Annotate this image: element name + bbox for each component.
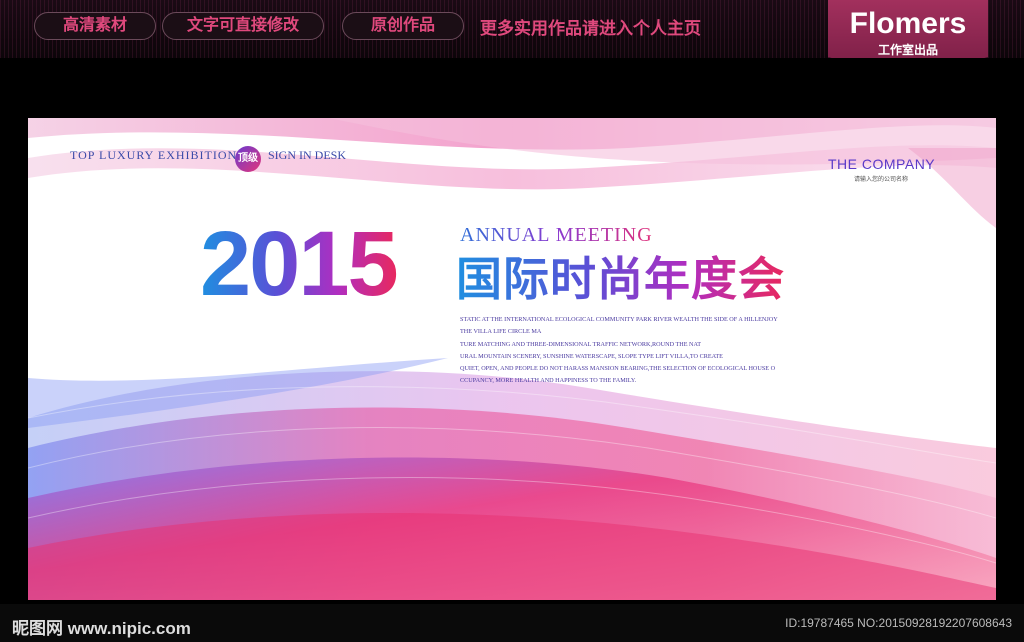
hd-material-tag: 高清素材 [34,12,156,40]
description-line: THE VILLA LIFE CIRCLE MA [460,328,542,336]
tagline-right: Sign in desk [268,148,346,162]
watermark-bar: 昵图网 www.nipic.com ID:19787465 NO:2015092… [0,604,1024,642]
annual-meeting-heading: Annual meeting [460,224,653,246]
year-heading: 2015 [200,213,399,315]
description-line: CCUPANCY, MORE HEALTH AND HAPPINESS TO T… [460,377,637,385]
premium-badge: 顶级 [235,146,261,172]
top-banner: 高清素材 文字可直接修改 原创作品 更多实用作品请进入个人主页 Flomers … [0,0,1024,58]
brand-name: Flomers [849,7,967,40]
company-subtitle: 请输入您的公司名称 [854,177,909,183]
description-line: URAL MOUNTAIN SCENERY, SUNSHINE WATERSCA… [460,352,723,360]
site-watermark: 昵图网 www.nipic.com [12,619,191,638]
promo-link[interactable]: 更多实用作品请进入个人主页 [480,14,701,39]
editable-text-tag: 文字可直接修改 [162,12,324,40]
image-id: ID:19787465 NO:20150928192207608643 [785,616,1012,630]
tagline-left: Top luxury exhibition [70,148,238,162]
company-name: THE COMPANY [828,156,936,172]
brand-sub: 工作室出品 [877,43,938,57]
description-line: QUIET, OPEN, AND PEOPLE DO NOT HARASS MA… [460,365,776,373]
brand-logo: Flomers 工作室出品 [828,0,988,58]
description-line: TURE MATCHING AND THREE-DIMENSIONAL TRAF… [460,340,702,348]
poster: Top luxury exhibition 顶级 Sign in desk TH… [28,118,996,600]
description-text: STATIC AT THE INTERNATIONAL ECOLOGICAL C… [460,314,840,388]
event-title: 国际时尚年度会 [456,253,785,305]
original-work-tag: 原创作品 [342,12,464,40]
description-line: STATIC AT THE INTERNATIONAL ECOLOGICAL C… [460,316,778,323]
